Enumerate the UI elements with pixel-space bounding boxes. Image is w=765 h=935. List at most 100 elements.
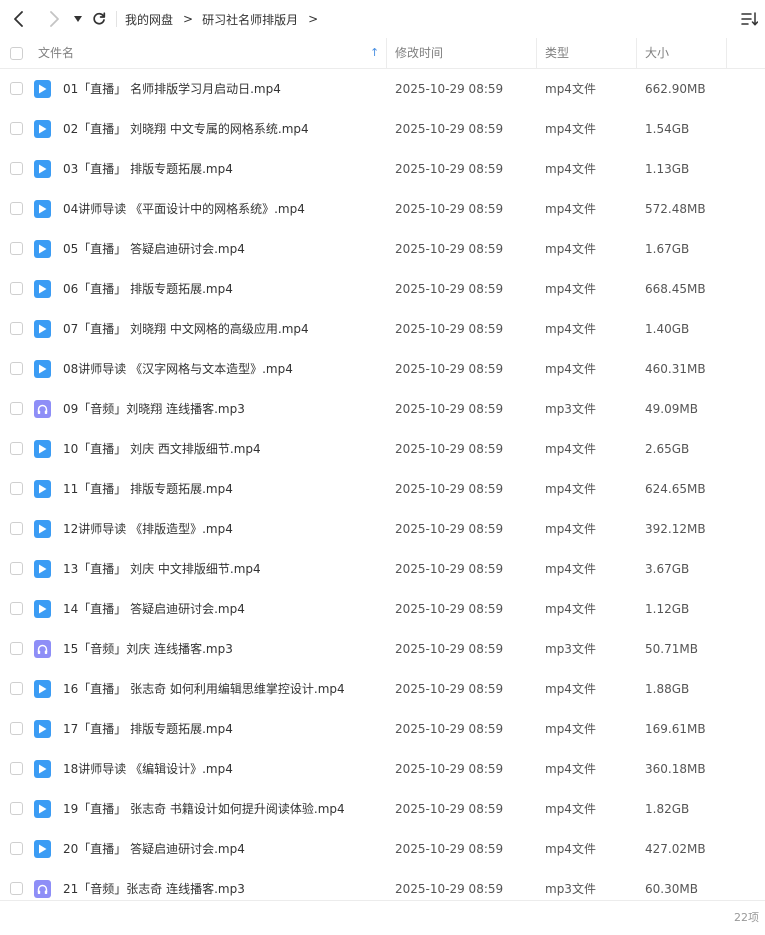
file-name[interactable]: 15「音频」刘庆 连线播客.mp3 <box>63 629 233 669</box>
table-row[interactable]: 20「直播」 答疑启迪研讨会.mp4 2025-10-29 08:59 mp4文件 4… <box>0 829 765 869</box>
table-row[interactable]: 09「音频」刘晓翔 连线播客.mp3 2025-10-29 08:59 mp3文件 4… <box>0 389 765 429</box>
row-checkbox[interactable] <box>10 122 23 135</box>
row-checkbox[interactable] <box>10 842 23 855</box>
file-type: mp3文件 <box>545 642 596 656</box>
refresh-icon[interactable] <box>88 6 110 32</box>
table-row[interactable]: 15「音频」刘庆 连线播客.mp3 2025-10-29 08:59 mp3文件 50… <box>0 629 765 669</box>
row-checkbox[interactable] <box>10 762 23 775</box>
file-name[interactable]: 13「直播」 刘庆 中文排版细节.mp4 <box>63 549 261 589</box>
history-dropdown-icon[interactable] <box>71 6 85 32</box>
file-name[interactable]: 12讲师导读 《排版造型》.mp4 <box>63 509 233 549</box>
file-name[interactable]: 18讲师导读 《编辑设计》.mp4 <box>63 749 233 789</box>
file-modified: 2025-10-29 08:59 <box>395 482 504 496</box>
file-name[interactable]: 14「直播」 答疑启迪研讨会.mp4 <box>63 589 245 629</box>
file-name[interactable]: 06「直播」 排版专题拓展.mp4 <box>63 269 233 309</box>
select-all-checkbox[interactable] <box>10 47 23 60</box>
file-name[interactable]: 07「直播」 刘晓翔 中文网格的高级应用.mp4 <box>63 309 309 349</box>
status-bar: 22项 <box>0 900 765 935</box>
file-name[interactable]: 05「直播」 答疑启迪研讨会.mp4 <box>63 229 245 269</box>
table-row[interactable]: 08讲师导读 《汉字网格与文本造型》.mp4 2025-10-29 08:59 mp… <box>0 349 765 389</box>
table-row[interactable]: 17「直播」 排版专题拓展.mp4 2025-10-29 08:59 mp4文件 16… <box>0 709 765 749</box>
table-row[interactable]: 03「直播」 排版专题拓展.mp4 2025-10-29 08:59 mp4文件 1.… <box>0 149 765 189</box>
row-checkbox[interactable] <box>10 642 23 655</box>
row-checkbox[interactable] <box>10 162 23 175</box>
row-checkbox[interactable] <box>10 402 23 415</box>
video-file-icon <box>34 80 51 98</box>
breadcrumb-separator: > <box>308 12 319 26</box>
file-modified: 2025-10-29 08:59 <box>395 242 504 256</box>
column-modified[interactable]: 修改时间 <box>395 38 443 68</box>
sort-ascending-icon[interactable]: ↑ <box>370 38 379 68</box>
file-size: 1.67GB <box>645 242 690 256</box>
row-checkbox[interactable] <box>10 682 23 695</box>
row-checkbox[interactable] <box>10 362 23 375</box>
file-name[interactable]: 17「直播」 排版专题拓展.mp4 <box>63 709 233 749</box>
back-arrow-icon[interactable] <box>6 6 32 32</box>
table-row[interactable]: 14「直播」 答疑启迪研讨会.mp4 2025-10-29 08:59 mp4文件 1… <box>0 589 765 629</box>
row-checkbox[interactable] <box>10 322 23 335</box>
file-name[interactable]: 01「直播」 名师排版学习月启动日.mp4 <box>63 69 281 109</box>
toolbar: 我的网盘 > 研习社名师排版月 > <box>0 0 765 38</box>
file-name[interactable]: 11「直播」 排版专题拓展.mp4 <box>63 469 233 509</box>
row-checkbox[interactable] <box>10 882 23 895</box>
table-row[interactable]: 12讲师导读 《排版造型》.mp4 2025-10-29 08:59 mp4文件 39… <box>0 509 765 549</box>
row-checkbox[interactable] <box>10 482 23 495</box>
table-row[interactable]: 16「直播」 张志奇 如何利用编辑思维掌控设计.mp4 2025-10-29 08… <box>0 669 765 709</box>
file-modified: 2025-10-29 08:59 <box>395 562 504 576</box>
file-name[interactable]: 16「直播」 张志奇 如何利用编辑思维掌控设计.mp4 <box>63 669 345 709</box>
video-file-icon <box>34 240 51 258</box>
column-type[interactable]: 类型 <box>545 38 569 68</box>
breadcrumb-root[interactable]: 我的网盘 <box>125 11 173 28</box>
column-divider[interactable] <box>726 38 727 68</box>
table-row[interactable]: 01「直播」 名师排版学习月启动日.mp4 2025-10-29 08:59 mp4… <box>0 69 765 109</box>
file-size: 392.12MB <box>645 522 706 536</box>
breadcrumb-current[interactable]: 研习社名师排版月 <box>202 11 298 28</box>
row-checkbox[interactable] <box>10 282 23 295</box>
file-name[interactable]: 08讲师导读 《汉字网格与文本造型》.mp4 <box>63 349 293 389</box>
file-modified: 2025-10-29 08:59 <box>395 602 504 616</box>
table-row[interactable]: 05「直播」 答疑启迪研讨会.mp4 2025-10-29 08:59 mp4文件 1… <box>0 229 765 269</box>
column-header: 文件名 ↑ 修改时间 类型 大小 <box>0 38 765 69</box>
file-name[interactable]: 10「直播」 刘庆 西文排版细节.mp4 <box>63 429 261 469</box>
table-row[interactable]: 04讲师导读 《平面设计中的网格系统》.mp4 2025-10-29 08:59 m… <box>0 189 765 229</box>
file-type: mp4文件 <box>545 602 596 616</box>
table-row[interactable]: 13「直播」 刘庆 中文排版细节.mp4 2025-10-29 08:59 mp4文… <box>0 549 765 589</box>
column-divider[interactable] <box>386 38 387 68</box>
file-name[interactable]: 20「直播」 答疑启迪研讨会.mp4 <box>63 829 245 869</box>
file-type: mp4文件 <box>545 482 596 496</box>
file-name[interactable]: 19「直播」 张志奇 书籍设计如何提升阅读体验.mp4 <box>63 789 345 829</box>
file-size: 668.45MB <box>645 282 706 296</box>
table-row[interactable]: 02「直播」 刘晓翔 中文专属的网格系统.mp4 2025-10-29 08:59… <box>0 109 765 149</box>
row-checkbox[interactable] <box>10 242 23 255</box>
row-checkbox[interactable] <box>10 602 23 615</box>
file-size: 572.48MB <box>645 202 706 216</box>
file-type: mp4文件 <box>545 162 596 176</box>
file-size: 2.65GB <box>645 442 690 456</box>
row-checkbox[interactable] <box>10 202 23 215</box>
table-row[interactable]: 10「直播」 刘庆 西文排版细节.mp4 2025-10-29 08:59 mp4文… <box>0 429 765 469</box>
column-divider[interactable] <box>536 38 537 68</box>
file-name[interactable]: 09「音频」刘晓翔 连线播客.mp3 <box>63 389 245 429</box>
row-checkbox[interactable] <box>10 82 23 95</box>
column-size[interactable]: 大小 <box>645 38 669 68</box>
table-row[interactable]: 06「直播」 排版专题拓展.mp4 2025-10-29 08:59 mp4文件 66… <box>0 269 765 309</box>
file-modified: 2025-10-29 08:59 <box>395 82 504 96</box>
column-divider[interactable] <box>636 38 637 68</box>
sort-options-icon[interactable] <box>737 7 761 31</box>
table-row[interactable]: 19「直播」 张志奇 书籍设计如何提升阅读体验.mp4 2025-10-29 08… <box>0 789 765 829</box>
column-name[interactable]: 文件名 <box>38 38 74 68</box>
row-checkbox[interactable] <box>10 562 23 575</box>
forward-arrow-icon[interactable] <box>41 6 67 32</box>
table-row[interactable]: 11「直播」 排版专题拓展.mp4 2025-10-29 08:59 mp4文件 62… <box>0 469 765 509</box>
row-checkbox[interactable] <box>10 802 23 815</box>
table-row[interactable]: 07「直播」 刘晓翔 中文网格的高级应用.mp4 2025-10-29 08:59… <box>0 309 765 349</box>
file-name[interactable]: 03「直播」 排版专题拓展.mp4 <box>63 149 233 189</box>
row-checkbox[interactable] <box>10 722 23 735</box>
row-checkbox[interactable] <box>10 522 23 535</box>
row-checkbox[interactable] <box>10 442 23 455</box>
file-name[interactable]: 04讲师导读 《平面设计中的网格系统》.mp4 <box>63 189 305 229</box>
table-row[interactable]: 18讲师导读 《编辑设计》.mp4 2025-10-29 08:59 mp4文件 36… <box>0 749 765 789</box>
file-name[interactable]: 02「直播」 刘晓翔 中文专属的网格系统.mp4 <box>63 109 309 149</box>
file-type: mp4文件 <box>545 442 596 456</box>
video-file-icon <box>34 360 51 378</box>
